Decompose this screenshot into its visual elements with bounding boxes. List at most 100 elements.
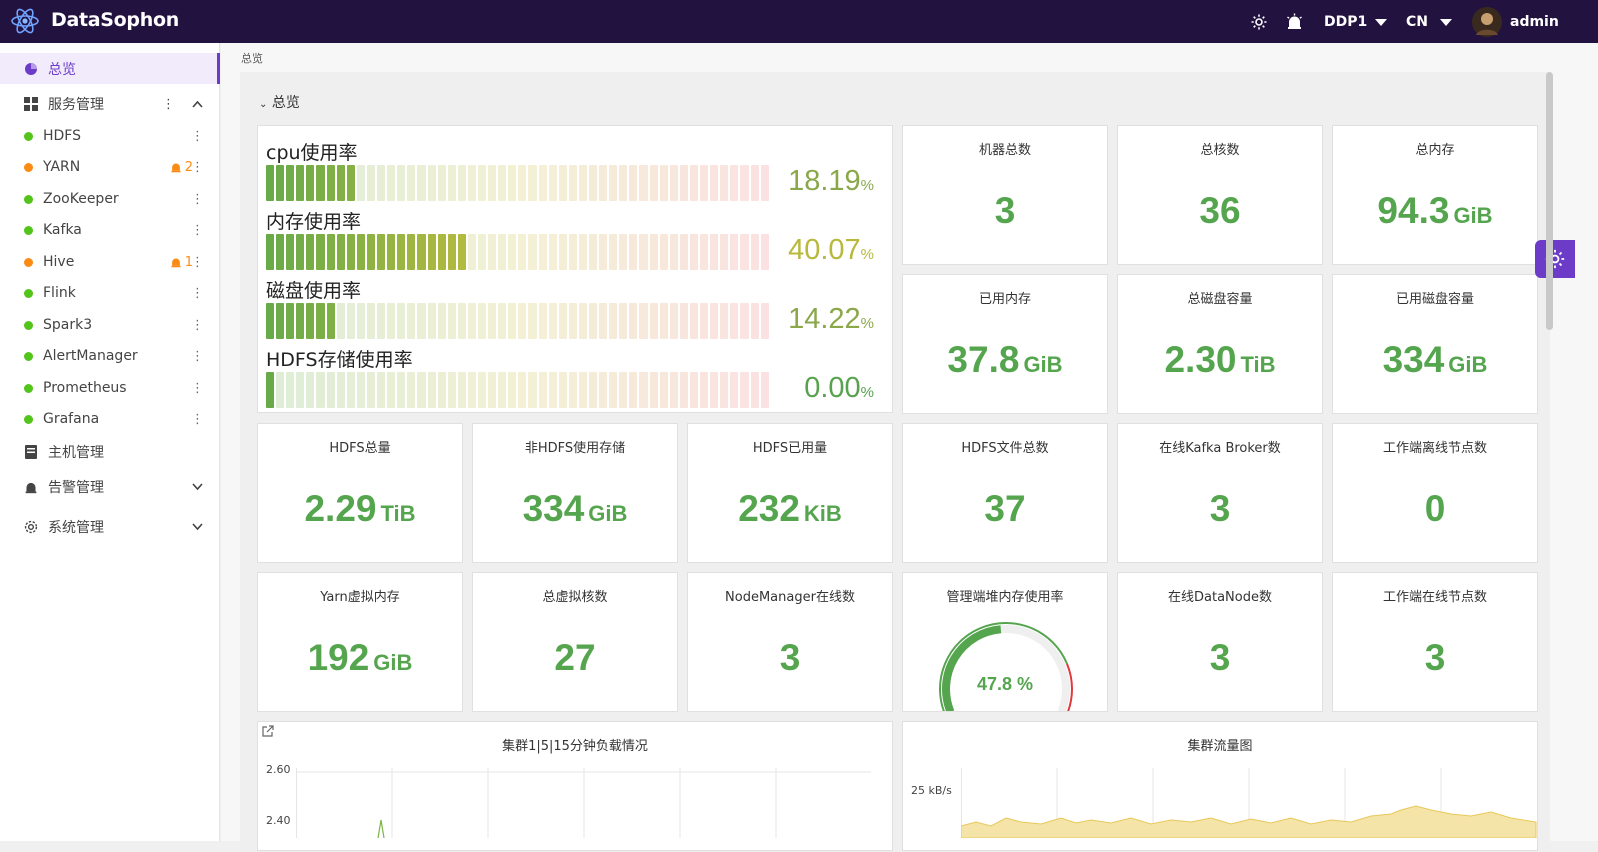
sidebar-item-label: AlertManager: [43, 348, 138, 364]
usage-bar-segment: [599, 234, 608, 270]
stat-value: 0: [1333, 488, 1537, 530]
sidebar-item-service-mgmt[interactable]: 服务管理 ⋮: [0, 89, 220, 119]
sidebar-item-alert-mgmt[interactable]: 告警管理: [0, 475, 220, 499]
usage-bar-segment: [710, 303, 719, 339]
sidebar-item-service[interactable]: Kafka ⋮: [0, 218, 220, 242]
stat-value: 232 KiB: [688, 488, 892, 530]
stat-card: HDFS总量 2.29 TiB: [257, 423, 463, 563]
sidebar-item-system-mgmt[interactable]: 系统管理: [0, 515, 220, 539]
usage-label: 磁盘使用率: [266, 280, 362, 302]
usage-bar-segment: [720, 303, 729, 339]
sidebar-item-host-mgmt[interactable]: 主机管理: [0, 440, 220, 464]
gear-icon: [24, 520, 38, 534]
usage-bar-segment: [447, 165, 456, 201]
more-icon[interactable]: ⋮: [191, 286, 204, 301]
more-icon[interactable]: ⋮: [191, 381, 204, 396]
usage-bar-segment: [689, 303, 699, 339]
stat-card: 在线Kafka Broker数 3: [1117, 423, 1323, 563]
stat-unit: GiB: [588, 501, 628, 526]
usage-bar-segment: [760, 234, 769, 270]
apps-icon: [24, 97, 38, 111]
stat-card: 已用内存 37.8 GiB: [902, 274, 1108, 414]
scrollbar[interactable]: [1546, 72, 1553, 330]
stat-number: 2.29: [304, 488, 377, 529]
cluster-name: DDP1: [1324, 13, 1368, 30]
usage-bar-segment: [387, 234, 396, 270]
sidebar-item-service[interactable]: HDFS ⋮: [0, 124, 220, 148]
usage-bar-segment: [639, 165, 648, 201]
stat-value: 3: [1333, 637, 1537, 679]
usage-bar-segment: [326, 303, 335, 339]
status-dot: [24, 162, 33, 172]
app-title[interactable]: DataSophon: [51, 9, 179, 31]
sidebar-item-label: Flink: [43, 285, 76, 301]
sidebar-item-label: Prometheus: [43, 380, 127, 396]
usage-bar-segment: [750, 234, 759, 270]
more-icon[interactable]: ⋮: [191, 223, 204, 238]
usage-bar-segment: [427, 303, 436, 339]
sidebar-item-service[interactable]: Spark3 ⋮: [0, 313, 220, 337]
stat-value: 94.3 GiB: [1333, 190, 1537, 232]
chevron-down-icon[interactable]: [192, 483, 203, 491]
language-selector[interactable]: CN: [1406, 0, 1453, 43]
usage-bar-segment: [296, 165, 305, 201]
usage-bar-segment: [276, 303, 285, 339]
sidebar-item-service[interactable]: Flink ⋮: [0, 281, 220, 305]
sidebar-item-service[interactable]: YARN 2 ⋮: [0, 155, 220, 179]
usage-bar-segment: [286, 372, 295, 408]
avatar: [1472, 6, 1502, 37]
alarm-icon[interactable]: [1286, 0, 1303, 43]
atom-logo-icon[interactable]: [10, 6, 40, 36]
status-dot: [24, 194, 33, 204]
stat-value: 3: [688, 637, 892, 679]
stat-number: 37.8: [947, 339, 1020, 380]
sidebar-item-service[interactable]: ZooKeeper ⋮: [0, 187, 220, 211]
section-header[interactable]: ⌄ 总览: [259, 92, 300, 112]
more-icon[interactable]: ⋮: [162, 97, 175, 112]
more-icon[interactable]: ⋮: [191, 412, 204, 427]
usage-bar-segment: [276, 372, 285, 408]
sidebar-item-service[interactable]: Hive 1 ⋮: [0, 250, 220, 274]
y-tick-label: 25 kB/s: [911, 784, 952, 797]
settings-drawer-button[interactable]: [1535, 240, 1575, 278]
sidebar-item-overview[interactable]: 总览: [0, 53, 220, 84]
usage-bar-segment: [689, 372, 699, 408]
usage-bar-segment: [296, 372, 305, 408]
more-icon[interactable]: ⋮: [191, 129, 204, 144]
more-icon[interactable]: ⋮: [191, 255, 204, 270]
alert-badge[interactable]: 2: [170, 160, 193, 175]
sidebar: 总览 服务管理 ⋮ HDFS ⋮ YARN 2 ⋮ ZooKeeper ⋮ Kafka ⋮ Hiv…: [0, 43, 220, 841]
card-title: HDFS文件总数: [961, 441, 1049, 456]
usage-bar-segment: [578, 303, 587, 339]
card-title: 总磁盘容量: [1187, 292, 1253, 307]
card-title: Yarn虚拟内存: [320, 590, 400, 605]
usage-bar-segment: [366, 165, 376, 201]
more-icon[interactable]: ⋮: [191, 349, 204, 364]
usage-number: 18.19: [788, 165, 861, 197]
usage-bar-segment: [498, 303, 507, 339]
sidebar-item-service[interactable]: Prometheus ⋮: [0, 376, 220, 400]
user-menu[interactable]: admin: [1472, 0, 1559, 43]
stat-value: 334 GiB: [473, 488, 677, 530]
card-title: 总内存: [1415, 143, 1455, 158]
sidebar-item-service[interactable]: Grafana ⋮: [0, 407, 220, 431]
sidebar-item-service[interactable]: AlertManager ⋮: [0, 344, 220, 368]
alert-badge[interactable]: 1: [170, 255, 193, 270]
usage-bar-segment: [740, 234, 749, 270]
more-icon[interactable]: ⋮: [191, 160, 204, 175]
traffic-chart-card: 集群流量图 25 kB/s: [902, 721, 1538, 851]
chevron-up-icon[interactable]: [192, 100, 203, 108]
usage-bar-segment: [477, 303, 487, 339]
more-icon[interactable]: ⋮: [191, 318, 204, 333]
gear-icon[interactable]: [1250, 0, 1268, 43]
usage-value: 14.22%: [788, 303, 874, 336]
usage-gauge: 磁盘使用率 14.22%: [266, 276, 886, 342]
more-icon[interactable]: ⋮: [191, 192, 204, 207]
status-dot: [24, 225, 33, 235]
usage-bar-segment: [457, 303, 466, 339]
cluster-selector[interactable]: DDP1: [1324, 0, 1388, 43]
usage-bar-segment: [619, 165, 628, 201]
chevron-down-icon[interactable]: [192, 523, 203, 531]
stat-number: 192: [307, 637, 370, 678]
usage-bar-segment: [659, 234, 668, 270]
